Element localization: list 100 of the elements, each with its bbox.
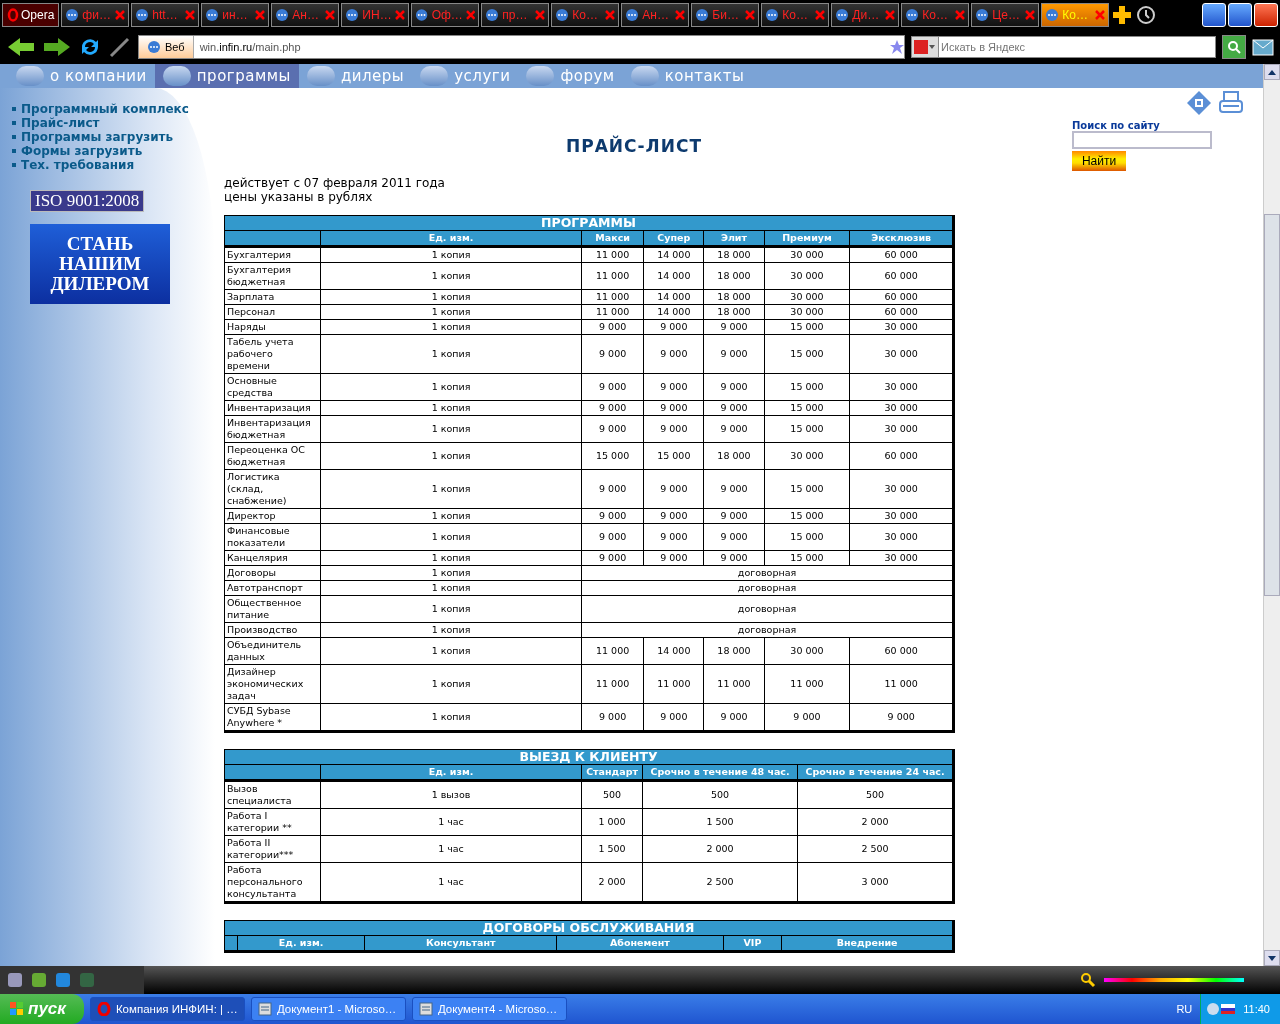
browser-tab[interactable]: htt… [131, 3, 200, 27]
forward-icon[interactable] [42, 36, 72, 58]
vertical-scrollbar[interactable] [1263, 64, 1280, 966]
browser-tab[interactable]: ИН… [341, 3, 410, 27]
close-tab-icon[interactable] [815, 10, 826, 20]
unit-cell: 1 вызов [320, 780, 582, 809]
close-tab-icon[interactable] [255, 10, 266, 20]
taskbar-button[interactable]: Документ4 - Microso… [411, 997, 567, 1021]
sidebar-link[interactable]: Прайс-лист [12, 116, 215, 130]
site-search-label: Поиск по сайту [1072, 120, 1160, 131]
bookmark-star-icon[interactable] [890, 40, 904, 54]
unit-cell: 1 копия [320, 262, 582, 290]
close-tab-icon[interactable] [745, 10, 756, 20]
browser-tab[interactable]: Оф… [411, 3, 480, 27]
unit-cell: 1 час [320, 835, 582, 863]
browser-tab[interactable]: Ко… [1041, 3, 1110, 27]
unit-cell: 1 копия [320, 400, 582, 416]
product-cell: Дизайнер экономических задач [224, 664, 321, 704]
close-tab-icon[interactable] [535, 10, 546, 20]
language-indicator[interactable]: RU [1176, 1003, 1193, 1015]
nav-tab[interactable]: о компании [8, 64, 155, 88]
close-tab-icon[interactable] [185, 10, 196, 20]
product-cell: Работа I категории ** [224, 808, 321, 836]
sidebar-link[interactable]: Формы загрузить [12, 144, 215, 158]
network-icon[interactable] [1207, 1002, 1238, 1016]
page-favicon-icon [345, 8, 360, 22]
browser-tab[interactable]: Ко… [901, 3, 970, 27]
find-button[interactable]: Найти [1072, 151, 1126, 171]
search-field[interactable]: Искать в Яндекс [939, 36, 1216, 58]
close-tab-icon[interactable] [325, 10, 336, 20]
zoom-icon[interactable] [1080, 972, 1096, 988]
close-tab-icon[interactable] [605, 10, 616, 20]
yandex-icon[interactable] [914, 40, 936, 54]
sidebar-link[interactable]: Программы загрузить [12, 130, 215, 144]
history-icon[interactable] [1135, 4, 1158, 26]
add-tab-icon[interactable] [1111, 4, 1134, 26]
price-cell: 11 000 [703, 664, 765, 704]
price-cell: 18 000 [703, 262, 765, 290]
nav-tab[interactable]: услуги [412, 64, 519, 88]
sidebar-link[interactable]: Тех. требования [12, 158, 215, 172]
search-button[interactable] [1222, 35, 1246, 59]
sidebar-link[interactable]: Программный комплекс [12, 102, 215, 116]
price-cell: 15 000 [764, 415, 850, 443]
close-tab-icon[interactable] [1025, 10, 1036, 20]
nav-tab[interactable]: дилеры [298, 64, 413, 88]
scroll-up-icon[interactable] [1268, 69, 1276, 75]
minimize-button[interactable] [1202, 3, 1226, 27]
price-cell: 11 000 [643, 664, 704, 704]
close-tab-icon[interactable] [885, 10, 896, 20]
price-cell: 30 000 [764, 262, 850, 290]
dealer-banner[interactable]: СТАНЬ НАШИМ ДИЛЕРОМ [30, 224, 170, 304]
search-engine-button[interactable]: Веб [139, 36, 194, 58]
close-tab-icon[interactable] [395, 10, 406, 20]
browser-tab[interactable]: ин… [201, 3, 270, 27]
opera-menu-button[interactable]: Opera [2, 3, 60, 27]
restore-button[interactable] [1228, 3, 1252, 27]
unit-cell: 1 копия [320, 319, 582, 335]
price-cell: 9 000 [643, 508, 704, 524]
price-cell: 30 000 [764, 442, 850, 470]
close-button[interactable] [1254, 3, 1278, 27]
price-cell: 1 500 [642, 808, 798, 836]
browser-tab[interactable]: Ан… [621, 3, 690, 27]
sitemap-icon[interactable] [1186, 90, 1212, 116]
browser-tab[interactable]: Ди… [831, 3, 900, 27]
browser-tab[interactable]: пр… [481, 3, 550, 27]
page-favicon-icon [975, 8, 990, 22]
nav-tab[interactable]: контакты [622, 64, 753, 88]
zoom-scale-drawing[interactable] [1104, 978, 1244, 982]
scroll-down-icon[interactable] [1268, 955, 1276, 961]
close-tab-icon[interactable] [955, 10, 966, 20]
wand-icon[interactable] [108, 36, 132, 58]
nav-tab[interactable]: форум [518, 64, 623, 88]
price-cell: 9 000 [581, 400, 644, 416]
price-cell: 9 000 [643, 400, 704, 416]
page-favicon-icon [905, 8, 920, 22]
product-cell: Директор [224, 508, 321, 524]
printer-icon[interactable] [1218, 90, 1244, 116]
mail-icon[interactable] [1252, 36, 1274, 58]
back-icon[interactable] [6, 36, 36, 58]
product-cell: Наряды [224, 319, 321, 335]
taskbar-button[interactable]: Документ1 - Microso… [250, 997, 406, 1021]
note-text: цены указаны в рублях [224, 190, 374, 204]
browser-tab[interactable]: Ан… [271, 3, 340, 27]
close-tab-icon[interactable] [465, 10, 476, 20]
browser-tab[interactable]: Ко… [761, 3, 830, 27]
site-search-field[interactable] [1072, 131, 1212, 149]
address-field[interactable]: Веб win.infin.ru/main.php [138, 35, 905, 59]
browser-tab[interactable]: Це… [971, 3, 1040, 27]
price-cell: 1 500 [581, 835, 643, 863]
nav-tab[interactable]: программы [154, 64, 299, 88]
browser-tab[interactable]: фи… [61, 3, 130, 27]
taskbar-button[interactable]: Компания ИНФИН: | … [89, 997, 245, 1021]
browser-tab[interactable]: Ко… [551, 3, 620, 27]
close-tab-icon[interactable] [675, 10, 686, 20]
close-tab-icon[interactable] [115, 10, 126, 20]
price-cell: 1 000 [581, 808, 643, 836]
start-button[interactable]: пуск [0, 994, 84, 1024]
browser-tab[interactable]: Би… [691, 3, 760, 27]
product-cell: Общественное питание [224, 595, 321, 623]
product-cell: Бухгалтерия [224, 246, 321, 263]
